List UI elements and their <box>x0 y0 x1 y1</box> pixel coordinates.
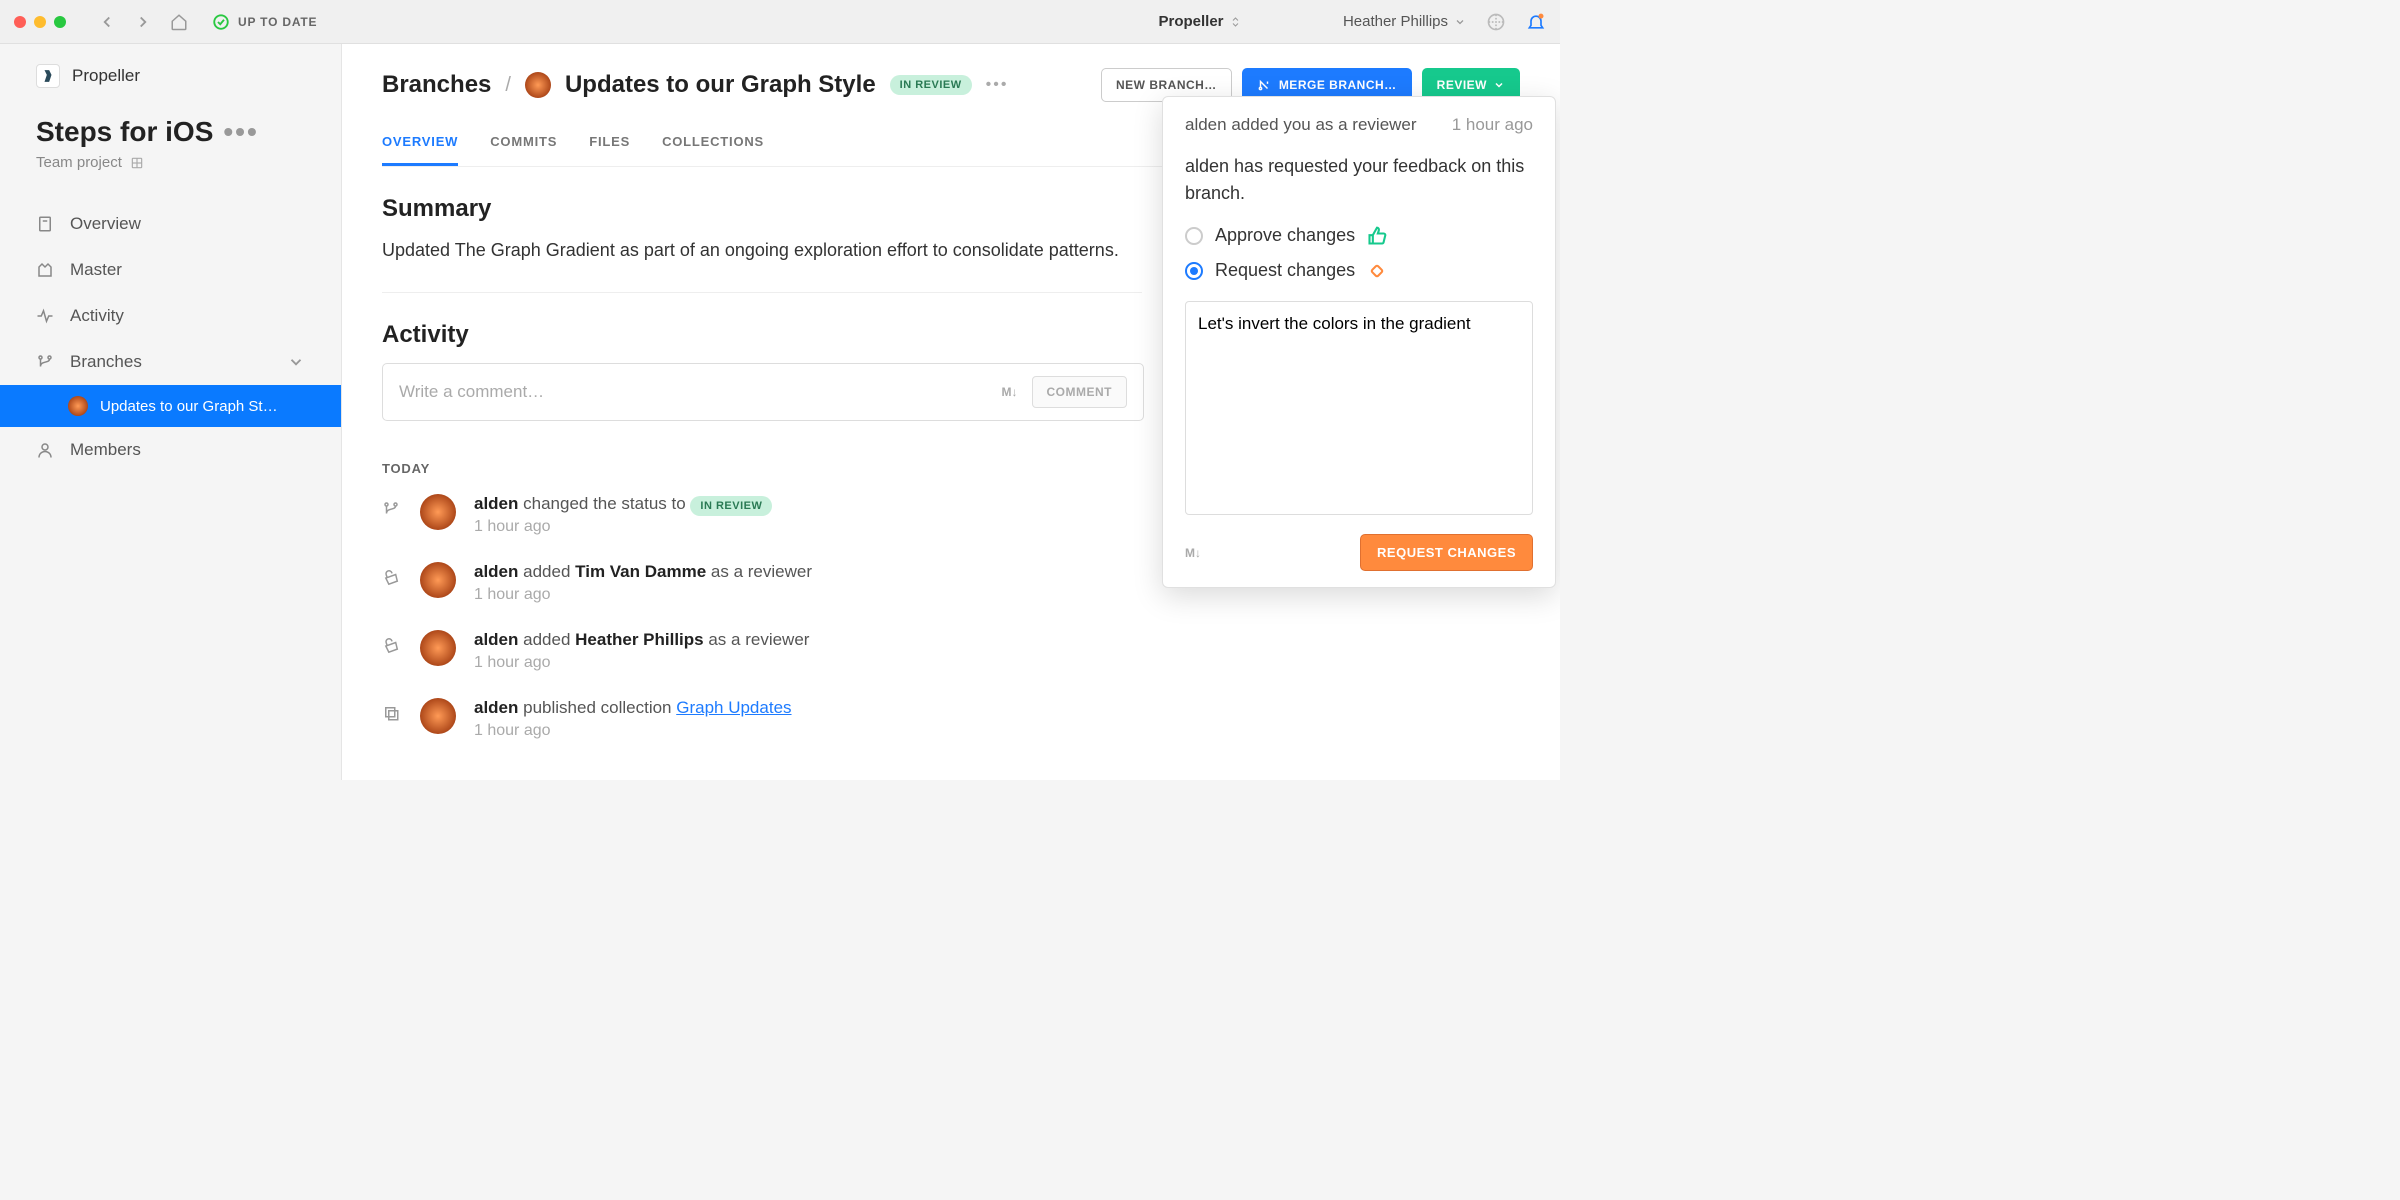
thumbs-up-icon <box>1367 226 1387 246</box>
breadcrumb-root[interactable]: Branches <box>382 71 491 99</box>
popover-heading: alden added you as a reviewer <box>1185 115 1417 135</box>
comment-button[interactable]: COMMENT <box>1032 376 1128 408</box>
window-controls[interactable] <box>14 16 66 28</box>
popover-time: 1 hour ago <box>1452 115 1533 135</box>
forward-icon[interactable] <box>134 13 152 31</box>
user-menu[interactable]: Heather Phillips <box>1343 13 1466 30</box>
avatar <box>68 396 88 416</box>
project-menu[interactable]: ••• <box>223 116 258 148</box>
request-changes-button[interactable]: REQUEST CHANGES <box>1360 534 1533 571</box>
sidebar-item-members[interactable]: Members <box>0 427 341 473</box>
status-badge: IN REVIEW <box>890 75 972 95</box>
tab-collections[interactable]: COLLECTIONS <box>662 124 764 166</box>
activity-row: alden published collection Graph Updates… <box>382 698 1520 740</box>
avatar <box>420 698 456 734</box>
avatar <box>420 630 456 666</box>
sync-status: UP TO DATE <box>238 15 317 29</box>
bell-icon[interactable] <box>1526 12 1546 32</box>
sidebar-item-master[interactable]: Master <box>0 247 341 293</box>
request-changes-option[interactable]: Request changes <box>1185 260 1533 281</box>
check-circle-icon <box>212 13 230 31</box>
branch-title: Updates to our Graph Style <box>565 71 876 99</box>
diamond-icon <box>1367 261 1387 281</box>
avatar <box>420 562 456 598</box>
sidebar-item-overview[interactable]: Overview <box>0 201 341 247</box>
tab-commits[interactable]: COMMITS <box>490 124 557 166</box>
sidebar-branch-active[interactable]: Updates to our Graph St… <box>0 385 341 427</box>
help-icon[interactable] <box>1486 12 1506 32</box>
review-popover: alden added you as a reviewer 1 hour ago… <box>1162 96 1556 588</box>
avatar <box>525 72 551 98</box>
sidebar-item-activity[interactable]: Activity <box>0 293 341 339</box>
tab-files[interactable]: FILES <box>589 124 630 166</box>
project-title: Steps for iOS ••• <box>36 116 305 148</box>
review-comment-input[interactable] <box>1185 301 1533 515</box>
markdown-icon: M↓ <box>1185 546 1201 560</box>
markdown-icon: M↓ <box>1002 385 1018 399</box>
project-subtitle: Team project <box>36 154 305 171</box>
comment-input[interactable] <box>399 382 1002 402</box>
back-icon[interactable] <box>98 13 116 31</box>
tab-overview[interactable]: OVERVIEW <box>382 124 458 166</box>
popover-message: alden has requested your feedback on thi… <box>1185 153 1533 207</box>
summary-text: Updated The Graph Gradient as part of an… <box>382 237 1142 293</box>
home-icon[interactable] <box>170 13 188 31</box>
avatar <box>420 494 456 530</box>
project-switcher[interactable]: Propeller <box>1158 13 1241 30</box>
branch-menu[interactable]: ••• <box>986 76 1009 94</box>
activity-row: alden added Heather Phillips as a review… <box>382 630 1520 672</box>
approve-option[interactable]: Approve changes <box>1185 225 1533 246</box>
org-switcher[interactable]: Propeller <box>0 64 341 88</box>
collection-link[interactable]: Graph Updates <box>676 698 791 717</box>
sidebar-item-branches[interactable]: Branches <box>0 339 341 385</box>
